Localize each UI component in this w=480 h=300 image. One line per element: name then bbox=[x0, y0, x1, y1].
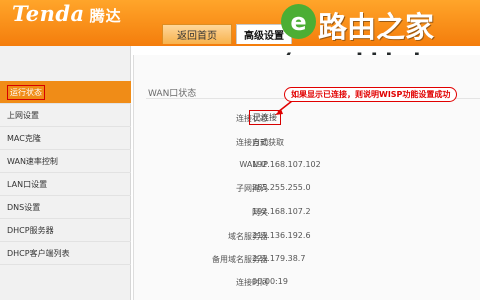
callout-arrow-icon bbox=[275, 100, 293, 115]
callout-note: 如果显示已连接，则说明WISP功能设置成功 bbox=[284, 87, 458, 102]
